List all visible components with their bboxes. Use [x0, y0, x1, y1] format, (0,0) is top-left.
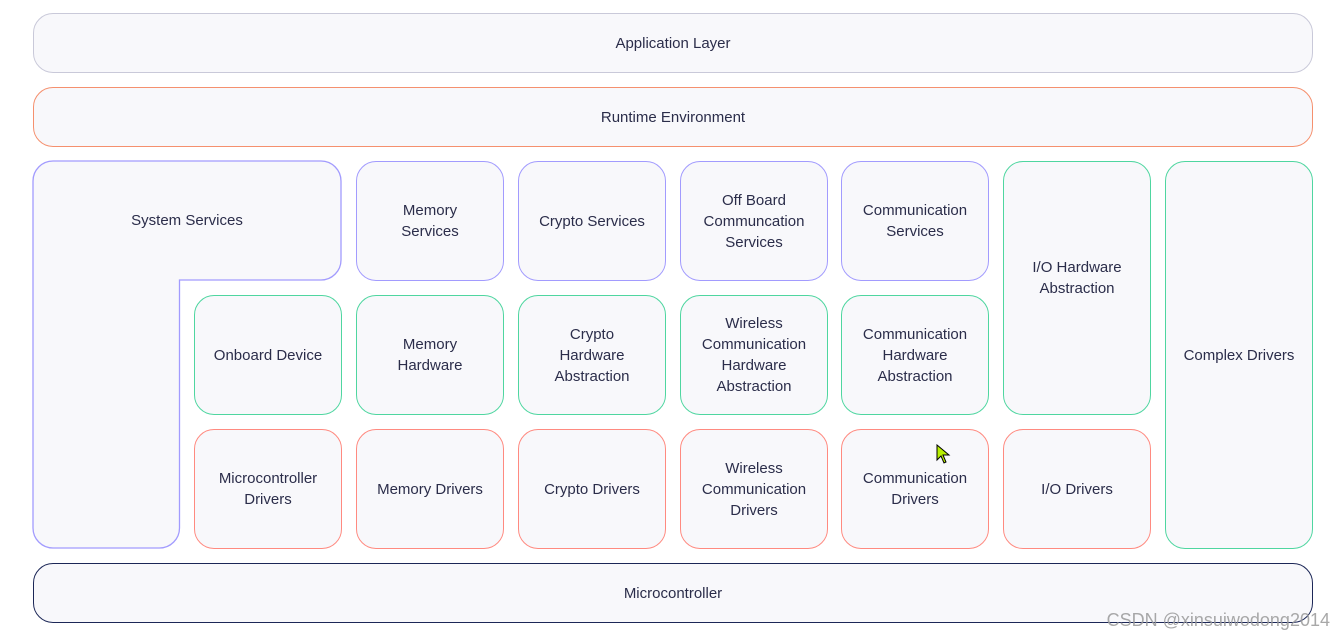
- microcontroller-drivers: Microcontroller Drivers: [194, 429, 342, 549]
- communication-hardware-abstraction: Communication Hardware Abstraction: [841, 295, 989, 415]
- mouse-pointer-icon: [936, 444, 951, 464]
- wireless-communication-drivers: Wireless Communication Drivers: [680, 429, 828, 549]
- memory-drivers-label: Memory Drivers: [377, 480, 483, 498]
- system-services-label: System Services: [131, 212, 243, 229]
- microcontroller-label: Microcontroller: [623, 584, 723, 602]
- offboard-services-label: Off Board Communcation Services: [703, 191, 805, 251]
- complex-drivers-label: Complex Drivers: [1183, 346, 1295, 364]
- memory-services: Memory Services: [356, 161, 504, 281]
- crypto-drivers: Crypto Drivers: [518, 429, 666, 549]
- communication-services-label: Communication Services: [862, 202, 968, 240]
- io-drivers: I/O Drivers: [1003, 429, 1151, 549]
- complex-drivers: Complex Drivers: [1165, 161, 1313, 549]
- communication-hw-abstraction-label: Communication Hardware Abstraction: [862, 325, 968, 385]
- wireless-drivers-label: Wireless Communication Drivers: [701, 459, 807, 519]
- communication-drivers: Communication Drivers: [841, 429, 989, 549]
- memory-drivers: Memory Drivers: [356, 429, 504, 549]
- crypto-services-label: Crypto Services: [539, 212, 645, 230]
- memory-hardware: Memory Hardware: [356, 295, 504, 415]
- wireless-hardware-abstraction: Wireless Communication Hardware Abstract…: [680, 295, 828, 415]
- communication-drivers-label: Communication Drivers: [862, 470, 968, 508]
- crypto-drivers-label: Crypto Drivers: [544, 480, 640, 498]
- system-services: System Services: [33, 161, 341, 280]
- io-hardware-abstraction: I/O Hardware Abstraction: [1003, 161, 1151, 415]
- crypto-hw-abstraction-label: Crypto Hardware Abstraction: [554, 325, 630, 385]
- io-hw-abstraction-label: I/O Hardware Abstraction: [1032, 259, 1122, 297]
- crypto-hardware-abstraction: Crypto Hardware Abstraction: [518, 295, 666, 415]
- offboard-communication-services: Off Board Communcation Services: [680, 161, 828, 281]
- io-drivers-label: I/O Drivers: [1041, 480, 1113, 498]
- crypto-services: Crypto Services: [518, 161, 666, 281]
- wireless-hw-abstraction-label: Wireless Communication Hardware Abstract…: [701, 315, 807, 395]
- microcontroller-drivers-label: Microcontroller Drivers: [218, 470, 318, 508]
- onboard-device-label: Onboard Device: [213, 346, 323, 364]
- onboard-device: Onboard Device: [194, 295, 342, 415]
- memory-services-label: Memory Services: [401, 202, 459, 240]
- memory-hardware-label: Memory Hardware: [397, 336, 463, 374]
- watermark: CSDN @xinsuiwodong2014: [1106, 610, 1330, 630]
- communication-services: Communication Services: [841, 161, 989, 281]
